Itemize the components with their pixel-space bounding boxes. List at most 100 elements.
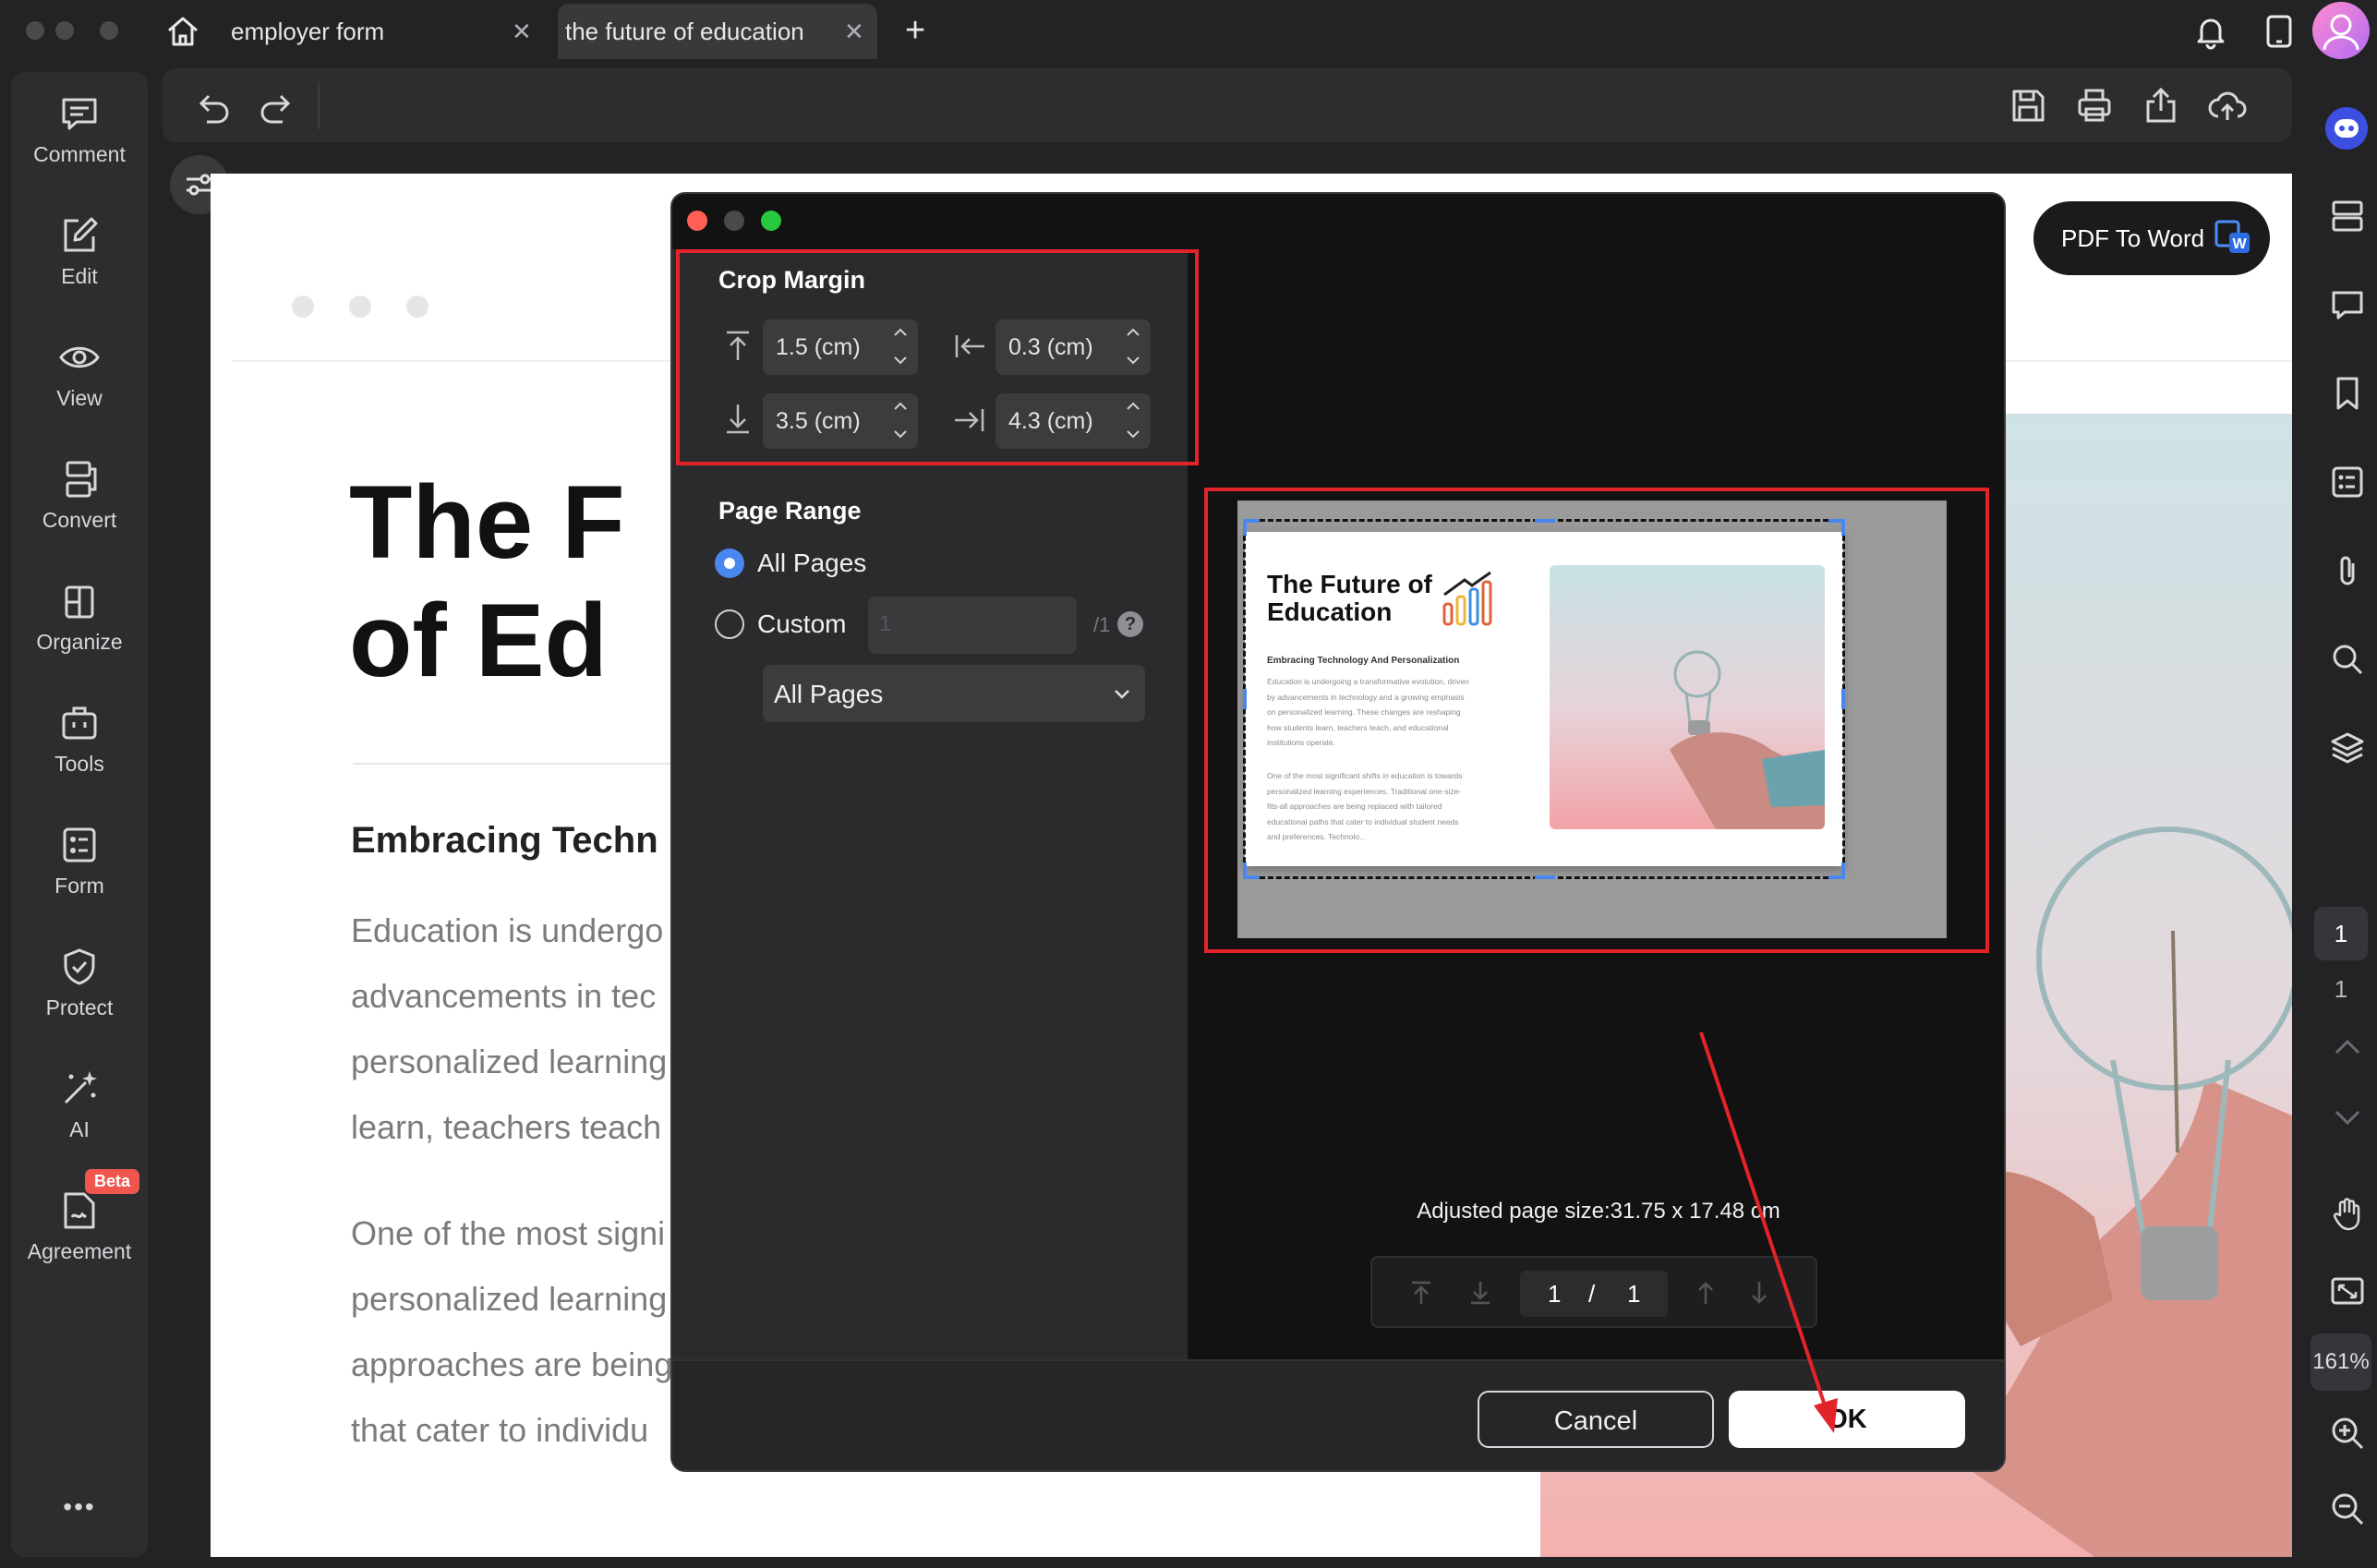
zoom-level[interactable]: 161% bbox=[2311, 1333, 2371, 1391]
page-number-current[interactable]: 1 bbox=[2314, 907, 2368, 960]
stepper-down-icon[interactable] bbox=[892, 428, 909, 440]
first-page-icon[interactable] bbox=[1409, 1280, 1433, 1306]
help-icon[interactable]: ? bbox=[1117, 611, 1143, 637]
margin-bottom-input[interactable]: 3.5 (cm) bbox=[763, 393, 918, 449]
new-tab-button[interactable]: + bbox=[905, 11, 925, 51]
sidebar-item-organize[interactable]: Organize bbox=[11, 580, 148, 655]
window-zoom-dot[interactable] bbox=[100, 21, 118, 40]
page-subset-select[interactable]: All Pages bbox=[763, 665, 1145, 722]
undo-icon[interactable] bbox=[192, 85, 233, 126]
tab-close-icon[interactable]: ✕ bbox=[844, 4, 864, 59]
crop-box[interactable] bbox=[1243, 519, 1845, 879]
chevron-down-icon bbox=[1112, 683, 1132, 704]
doc-line: One of the most signi bbox=[351, 1214, 666, 1252]
crop-handle[interactable] bbox=[1243, 862, 1247, 879]
window-minimize-dot[interactable] bbox=[55, 21, 74, 40]
search-icon[interactable] bbox=[2329, 641, 2366, 678]
more-button[interactable]: ••• bbox=[11, 1492, 148, 1522]
last-page-icon[interactable] bbox=[1468, 1280, 1492, 1306]
sidebar-item-protect[interactable]: Protect bbox=[11, 946, 148, 1020]
share-icon[interactable] bbox=[2141, 85, 2181, 126]
sidebar-item-edit[interactable]: Edit bbox=[11, 214, 148, 289]
sidebar-item-agreement[interactable]: Agreement bbox=[11, 1189, 148, 1264]
hand-tool-icon[interactable] bbox=[2329, 1195, 2366, 1232]
stepper-down-icon[interactable] bbox=[892, 355, 909, 366]
crop-handle[interactable] bbox=[1535, 519, 1555, 523]
dialog-minimize-dot[interactable] bbox=[724, 211, 744, 231]
annotation-arrow bbox=[1690, 1025, 1856, 1441]
chevron-up-icon[interactable] bbox=[2329, 1029, 2366, 1066]
sidebar-item-ai[interactable]: AI bbox=[11, 1067, 148, 1142]
layout-icon[interactable] bbox=[2329, 198, 2366, 235]
bell-icon[interactable] bbox=[2192, 13, 2229, 50]
pdf-to-word-button[interactable]: PDF To Word W bbox=[2033, 201, 2270, 275]
doc-line: advancements in tec bbox=[351, 977, 657, 1015]
sidebar-item-comment[interactable]: Comment bbox=[11, 92, 148, 167]
sidebar-item-form[interactable]: Form bbox=[11, 824, 148, 899]
crop-handle[interactable] bbox=[1841, 862, 1845, 879]
crop-handle[interactable] bbox=[1243, 689, 1247, 709]
beta-badge: Beta bbox=[85, 1169, 140, 1194]
title-bar: employer form ✕ the future of education … bbox=[0, 0, 2377, 63]
zoom-in-icon[interactable] bbox=[2329, 1415, 2366, 1452]
crop-handle[interactable] bbox=[1243, 519, 1247, 536]
custom-radio[interactable] bbox=[715, 609, 744, 639]
sidebar-item-view[interactable]: View bbox=[11, 336, 148, 411]
dialog-close-dot[interactable] bbox=[687, 211, 707, 231]
cancel-button[interactable]: Cancel bbox=[1478, 1391, 1714, 1448]
avatar[interactable] bbox=[2312, 2, 2370, 59]
tab-employer-form[interactable]: employer form ✕ bbox=[218, 4, 541, 59]
redo-icon[interactable] bbox=[257, 85, 297, 126]
sidebar-item-label: Convert bbox=[42, 508, 117, 532]
stepper-down-icon[interactable] bbox=[1125, 428, 1141, 440]
all-pages-radio[interactable] bbox=[715, 549, 744, 578]
stepper-up-icon[interactable] bbox=[892, 327, 909, 338]
margin-left-input[interactable]: 0.3 (cm) bbox=[995, 320, 1151, 375]
cloud-upload-icon[interactable] bbox=[2207, 85, 2248, 126]
sidebar-item-tools[interactable]: Tools bbox=[11, 702, 148, 777]
attachment-icon[interactable] bbox=[2329, 552, 2366, 589]
chevron-down-icon[interactable] bbox=[2329, 1099, 2366, 1136]
sidebar-item-label: Organize bbox=[36, 630, 123, 654]
stepper-up-icon[interactable] bbox=[1125, 401, 1141, 412]
crop-handle[interactable] bbox=[1841, 519, 1845, 536]
fit-page-icon[interactable] bbox=[2329, 1272, 2366, 1309]
home-icon[interactable] bbox=[164, 13, 201, 50]
stepper-up-icon[interactable] bbox=[1125, 327, 1141, 338]
all-pages-label[interactable]: All Pages bbox=[757, 549, 866, 578]
dialog-zoom-dot[interactable] bbox=[761, 211, 781, 231]
sidebar-item-convert[interactable]: Convert bbox=[11, 458, 148, 533]
page-indicator[interactable]: 1 / 1 bbox=[1520, 1271, 1668, 1317]
doc-paragraph-2: One of the most signi personalized learn… bbox=[351, 1200, 672, 1463]
margin-left-value: 0.3 (cm) bbox=[1008, 334, 1093, 360]
dialog-settings-panel: Crop Margin 1.5 (cm) 0.3 (cm) 3.5 (cm) 4… bbox=[672, 249, 1199, 1359]
svg-text:W: W bbox=[2232, 236, 2247, 252]
margin-top-icon bbox=[724, 329, 752, 362]
comments-panel-icon[interactable] bbox=[2329, 286, 2366, 323]
stepper-down-icon[interactable] bbox=[1125, 355, 1141, 366]
print-icon[interactable] bbox=[2074, 85, 2115, 126]
crop-handle[interactable] bbox=[1535, 875, 1555, 879]
ai-wand-icon bbox=[64, 1071, 97, 1104]
ai-assistant-icon[interactable] bbox=[2325, 107, 2368, 150]
tablet-icon[interactable] bbox=[2261, 13, 2298, 50]
sidebar-item-label: Tools bbox=[54, 752, 104, 776]
window-close-dot[interactable] bbox=[26, 21, 44, 40]
layers-icon[interactable] bbox=[2329, 730, 2366, 766]
crop-handle[interactable] bbox=[1841, 689, 1845, 709]
sidebar-item-label: AI bbox=[69, 1117, 90, 1141]
tab-close-icon[interactable]: ✕ bbox=[512, 4, 532, 59]
zoom-out-icon[interactable] bbox=[2329, 1490, 2366, 1527]
doc-line: personalized learning bbox=[351, 1043, 668, 1080]
margin-right-input[interactable]: 4.3 (cm) bbox=[995, 393, 1151, 449]
form-fields-icon[interactable] bbox=[2329, 464, 2366, 501]
custom-range-input[interactable]: 1 bbox=[868, 597, 1077, 654]
stepper-up-icon[interactable] bbox=[892, 401, 909, 412]
tab-the-future-of-education[interactable]: the future of education ✕ bbox=[558, 4, 877, 59]
bookmark-icon[interactable] bbox=[2329, 375, 2366, 412]
custom-label[interactable]: Custom bbox=[757, 609, 846, 639]
save-icon[interactable] bbox=[2008, 85, 2048, 126]
doc-line: approaches are being bbox=[351, 1345, 673, 1383]
margin-top-input[interactable]: 1.5 (cm) bbox=[763, 320, 918, 375]
margin-bottom-value: 3.5 (cm) bbox=[776, 408, 861, 434]
